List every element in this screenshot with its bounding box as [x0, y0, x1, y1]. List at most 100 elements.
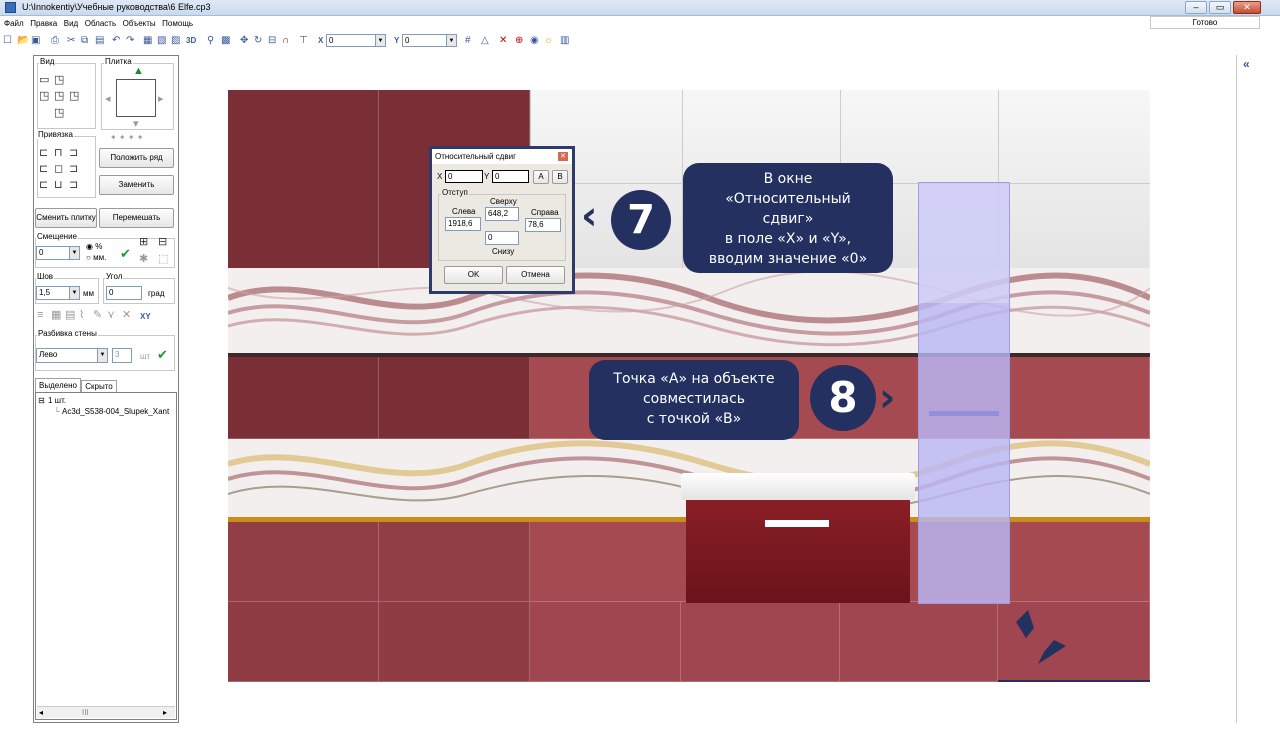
- x-coord-field[interactable]: 0 ▼: [326, 34, 386, 47]
- chevron-down-icon[interactable]: ▼: [97, 349, 107, 362]
- snap-middle-right-icon[interactable]: ⊐: [69, 164, 78, 175]
- cube-icon[interactable]: ◳: [54, 91, 64, 102]
- open-icon[interactable]: 📂: [17, 34, 29, 48]
- menu-help[interactable]: Помощь: [162, 16, 193, 31]
- close-icon[interactable]: ✕: [558, 152, 568, 161]
- snap-bottom-center-icon[interactable]: ⊔: [54, 180, 63, 191]
- cube-icon[interactable]: ◳: [39, 91, 49, 102]
- tree-item[interactable]: Ac3d_S538-004_Slupek_Xant: [62, 407, 169, 416]
- view-plan-icon[interactable]: ▧: [157, 34, 166, 48]
- view-front-icon[interactable]: ▦: [143, 34, 152, 48]
- scroll-left-icon[interactable]: ◂: [39, 708, 43, 717]
- sink-top[interactable]: [681, 473, 915, 500]
- grid-tool-icon[interactable]: ▦: [51, 310, 61, 321]
- collapse-panel-icon[interactable]: «: [1243, 57, 1250, 71]
- cut-line-icon[interactable]: ⋎: [107, 310, 115, 321]
- minimize-button[interactable]: –: [1185, 1, 1207, 14]
- arrow-right-icon[interactable]: ▸: [158, 94, 164, 105]
- close-button[interactable]: ✕: [1233, 1, 1261, 14]
- tile[interactable]: [530, 602, 681, 682]
- roller-icon[interactable]: ⌇: [79, 310, 84, 321]
- tab-selected[interactable]: Выделено: [35, 378, 81, 392]
- tree-root[interactable]: 1 шт.: [48, 396, 66, 405]
- seam-tool-icon[interactable]: ≡: [37, 310, 43, 321]
- unit-mm-radio[interactable]: ○ мм.: [86, 253, 106, 262]
- menu-objects[interactable]: Объекты: [123, 16, 156, 31]
- tile[interactable]: [379, 602, 530, 682]
- chevron-down-icon[interactable]: ▼: [69, 287, 79, 299]
- cube-icon[interactable]: ◳: [69, 91, 79, 102]
- arrow-down-icon[interactable]: ▾: [133, 119, 139, 130]
- tile[interactable]: [379, 357, 530, 439]
- chevron-down-icon[interactable]: ▼: [375, 35, 385, 46]
- tile[interactable]: [228, 522, 379, 602]
- tile-preview[interactable]: [116, 79, 156, 117]
- apply-check-icon[interactable]: ✔: [120, 247, 131, 260]
- chevron-down-icon[interactable]: ▼: [446, 35, 456, 46]
- delete-icon[interactable]: ✕: [499, 34, 507, 48]
- ok-button[interactable]: OK: [444, 266, 503, 284]
- tab-hidden[interactable]: Скрыто: [81, 380, 117, 392]
- replace-button[interactable]: Заменить: [99, 175, 174, 195]
- xy-button[interactable]: XY: [140, 312, 151, 321]
- menu-area[interactable]: Область: [85, 16, 116, 31]
- snap-top-right-icon[interactable]: ⊐: [69, 148, 78, 159]
- triangle-icon[interactable]: △: [481, 34, 489, 48]
- angle-field[interactable]: 0: [106, 286, 142, 300]
- bottom-field[interactable]: 0: [485, 231, 519, 245]
- light-icon[interactable]: ☼: [544, 34, 553, 48]
- undo-icon[interactable]: ↶: [112, 34, 120, 48]
- print-icon[interactable]: ⎙: [51, 34, 59, 48]
- layout-icon[interactable]: #: [465, 34, 471, 48]
- new-icon[interactable]: ☐: [3, 34, 12, 48]
- spread-icon[interactable]: ✱: [139, 254, 148, 265]
- pencil-icon[interactable]: ✎: [93, 310, 102, 321]
- cube-icon[interactable]: ◳: [54, 108, 64, 119]
- menu-view[interactable]: Вид: [64, 16, 78, 31]
- scroll-right-icon[interactable]: ▸: [163, 708, 167, 717]
- frame-dashed-icon[interactable]: ⬚: [158, 254, 168, 265]
- rotate-icon[interactable]: ↻: [254, 34, 262, 48]
- snap-bottom-left-icon[interactable]: ⊏: [39, 180, 48, 191]
- point-a-button[interactable]: A: [533, 170, 549, 184]
- cross-icon[interactable]: ✕: [122, 310, 131, 321]
- magnet-icon[interactable]: ∩: [282, 34, 289, 48]
- align-icon[interactable]: ⊞: [139, 237, 148, 248]
- arrow-up-icon[interactable]: ▲: [133, 66, 144, 77]
- seam-field[interactable]: 1,5 ▼: [36, 286, 80, 300]
- frame-icon[interactable]: ⊟: [268, 34, 276, 48]
- tile[interactable]: [681, 602, 840, 682]
- shuffle-button[interactable]: Перемешать: [99, 208, 174, 228]
- view-3d-button[interactable]: 3D: [186, 34, 196, 48]
- ruler-icon[interactable]: ⊤: [299, 34, 308, 48]
- right-field[interactable]: 78,6: [525, 218, 561, 232]
- horizontal-scrollbar[interactable]: ◂ III ▸: [37, 706, 175, 718]
- snap-top-center-icon[interactable]: ⊓: [54, 148, 63, 159]
- left-field[interactable]: 1918,6: [445, 217, 481, 231]
- tile[interactable]: [840, 602, 998, 682]
- snap-center-icon[interactable]: ◻: [54, 164, 63, 175]
- tree-collapse-icon[interactable]: ⊟: [38, 396, 45, 405]
- dialog-x-field[interactable]: 0: [445, 170, 483, 183]
- align-icon[interactable]: ⊟: [158, 237, 167, 248]
- redo-icon[interactable]: ↷: [126, 34, 134, 48]
- tile[interactable]: [228, 602, 379, 682]
- target-icon[interactable]: ⊕: [515, 34, 523, 48]
- grid-icon[interactable]: ▩: [221, 34, 230, 48]
- paste-icon[interactable]: ▤: [95, 34, 104, 48]
- vanity-cabinet[interactable]: [686, 500, 910, 603]
- y-coord-field[interactable]: 0 ▼: [402, 34, 457, 47]
- cut-icon[interactable]: ✂: [67, 34, 75, 48]
- copy-icon[interactable]: ⧉: [81, 34, 88, 48]
- top-field[interactable]: 648,2: [485, 207, 519, 221]
- unit-percent-radio[interactable]: ◉ %: [86, 242, 102, 251]
- dialog-y-field[interactable]: 0: [492, 170, 529, 183]
- scroll-thumb-grip[interactable]: III: [82, 708, 89, 717]
- measure-icon[interactable]: ⚲: [207, 34, 214, 48]
- menu-file[interactable]: Файл: [4, 16, 24, 31]
- chevron-down-icon[interactable]: ▼: [69, 247, 79, 259]
- snap-middle-left-icon[interactable]: ⊏: [39, 164, 48, 175]
- move-icon[interactable]: ✥: [240, 34, 248, 48]
- selected-column-object[interactable]: [918, 182, 1010, 604]
- change-tile-button[interactable]: Сменить плитку: [35, 208, 97, 228]
